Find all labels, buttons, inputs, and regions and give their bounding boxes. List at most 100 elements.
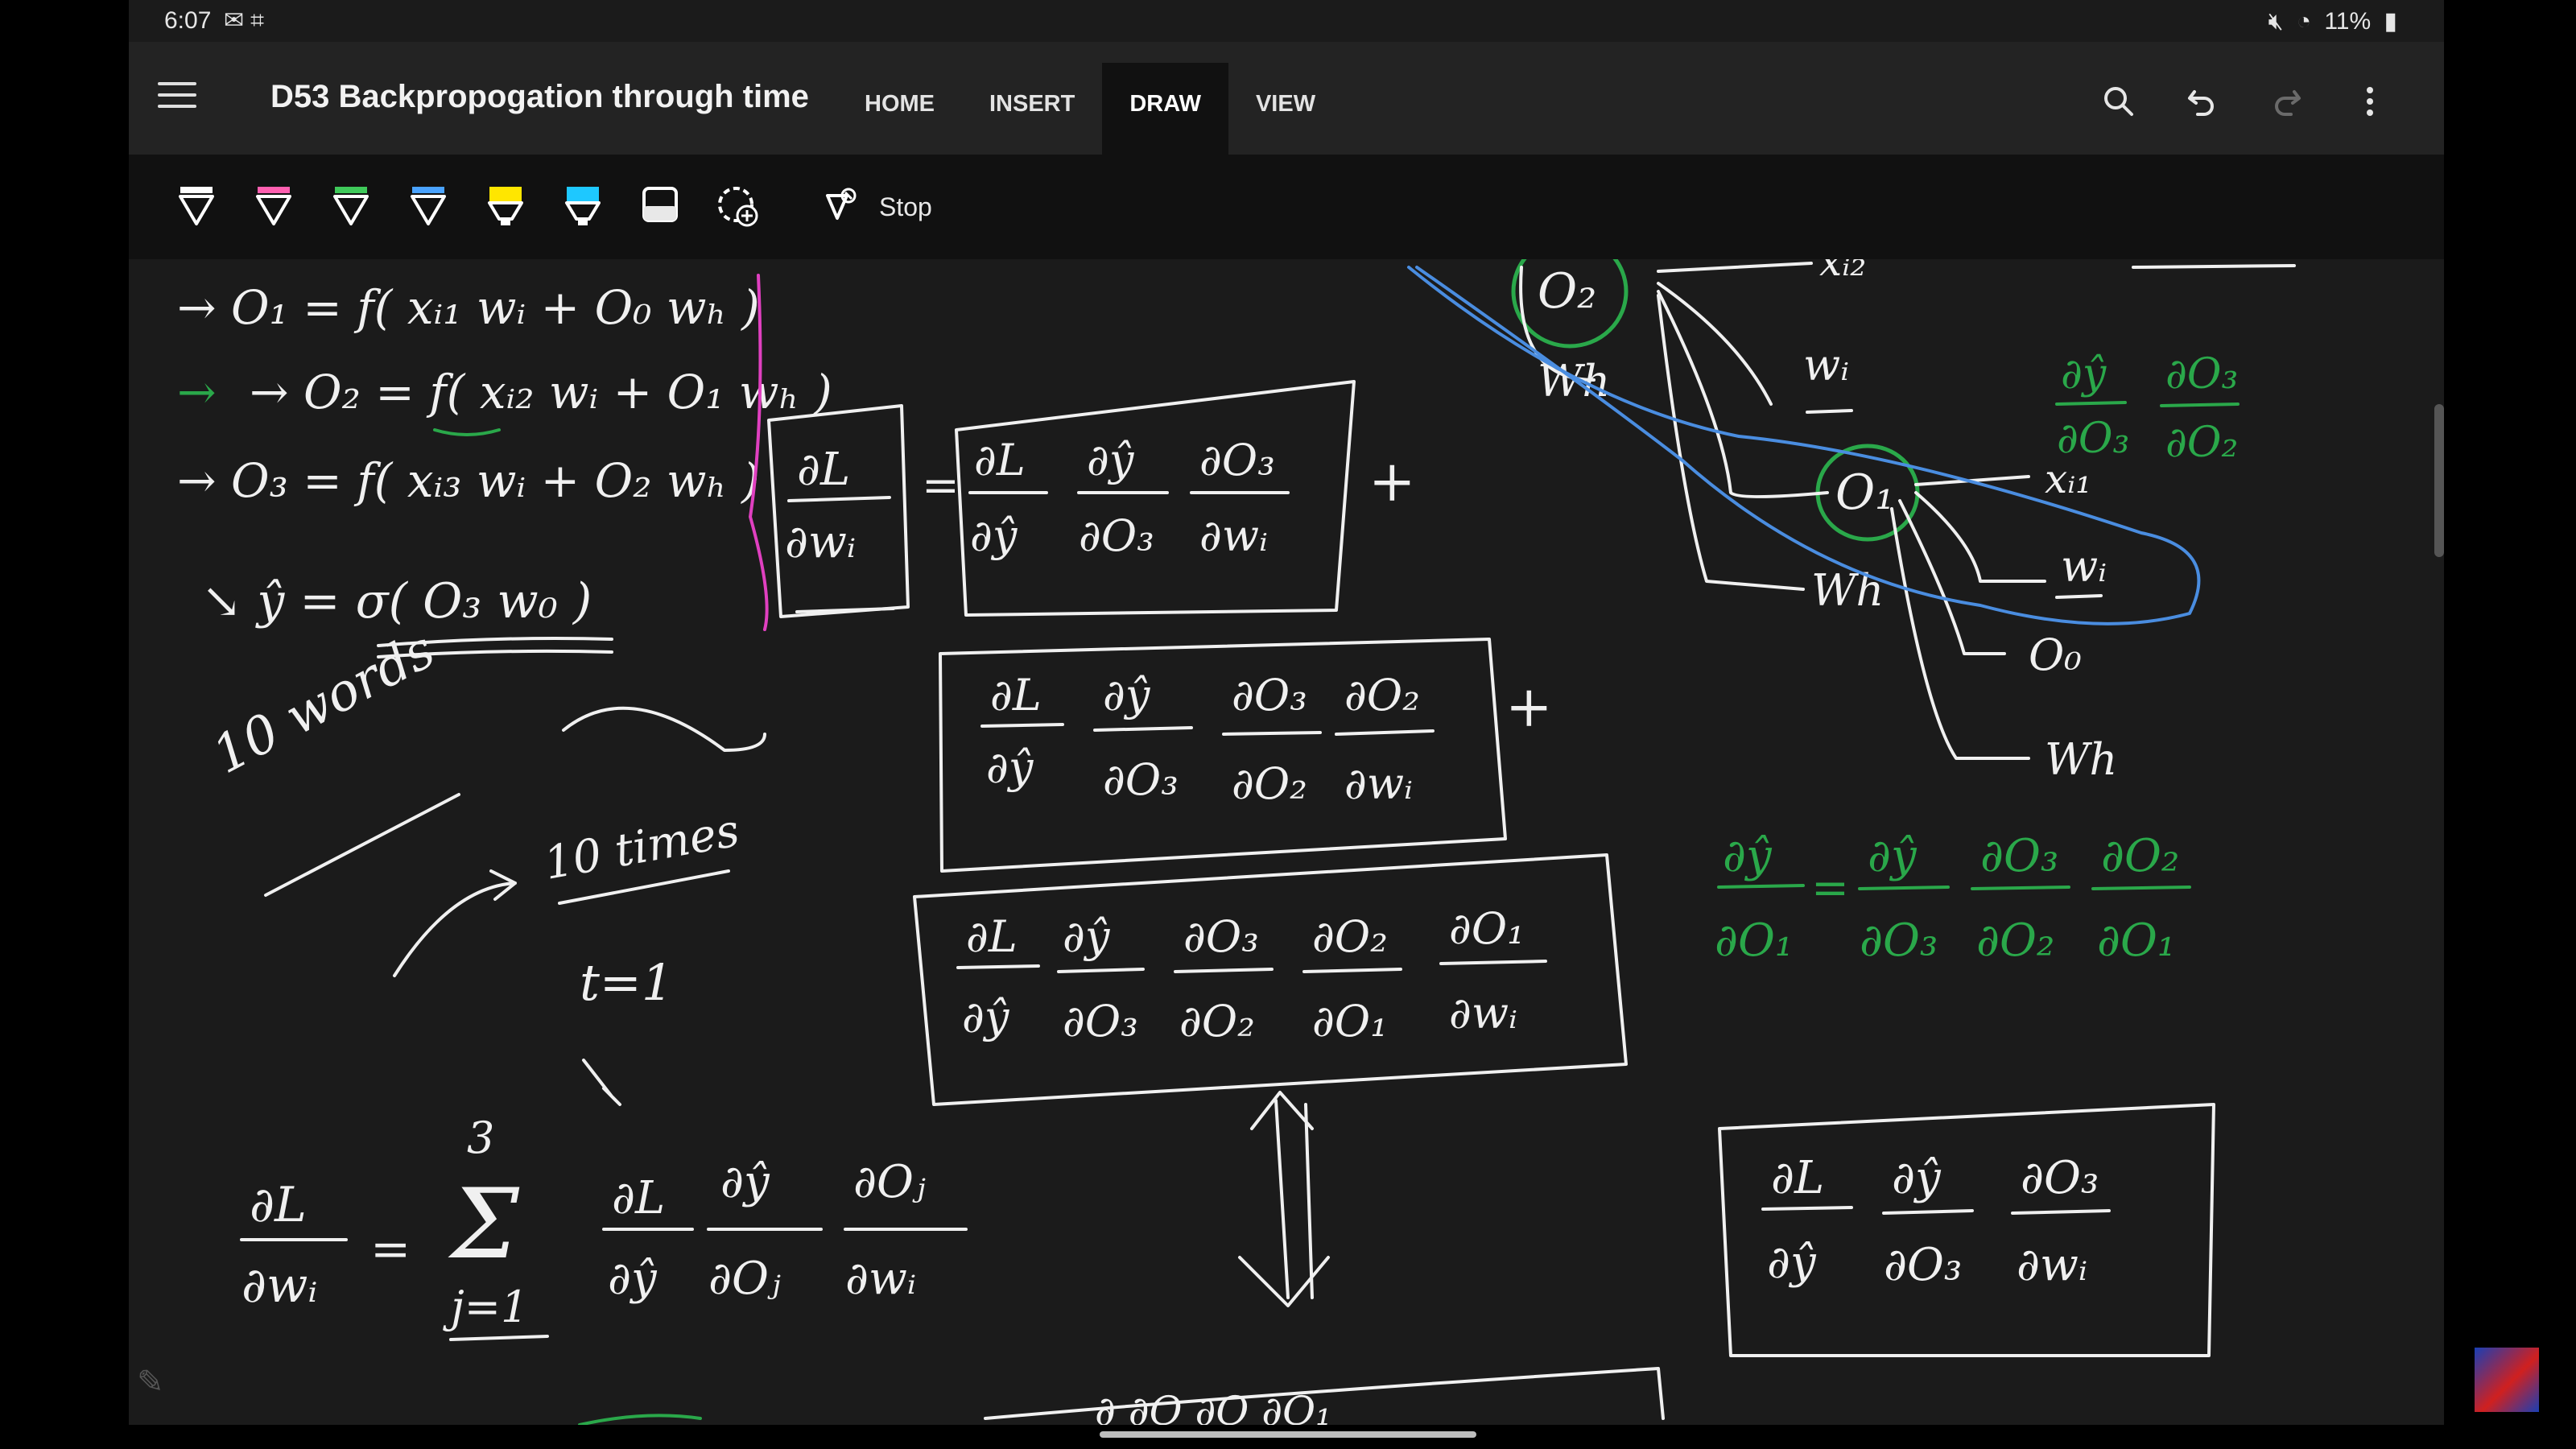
svg-text:∂wᵢ: ∂wᵢ [242, 1257, 317, 1314]
tab-view[interactable]: VIEW [1228, 63, 1343, 155]
svg-text:∂O₂: ∂O₂ [2165, 419, 2238, 467]
header-actions [2077, 79, 2412, 124]
svg-text:xᵢ₂: xᵢ₂ [1819, 259, 1866, 285]
eraser-icon[interactable] [638, 184, 683, 229]
tab-draw[interactable]: DRAW [1102, 63, 1228, 155]
svg-text:∂ŷ: ∂ŷ [1892, 1152, 1942, 1204]
equation-yhat: ↘ ŷ = σ( O₃ w₀ ) [201, 573, 592, 630]
pen-white-icon[interactable] [174, 184, 219, 229]
svg-text:∂O₂: ∂O₂ [2101, 830, 2179, 882]
svg-text:∂O₃: ∂O₃ [2165, 350, 2238, 398]
top-right-line [2132, 264, 2296, 269]
more-options-icon[interactable] [2328, 79, 2412, 124]
pen-pink-icon[interactable] [251, 184, 296, 229]
handwritten-notes: → O₁ = f( xᵢ₁ wᵢ + O₀ wₕ ) → → O₂ = f( x… [177, 259, 2296, 1425]
svg-text:∂L: ∂L [612, 1172, 665, 1224]
svg-text:Σ: Σ [448, 1169, 520, 1281]
svg-text:∂L: ∂L [966, 911, 1018, 962]
draw-toolbar: Stop [129, 155, 2444, 259]
home-indicator[interactable] [1100, 1431, 1476, 1438]
svg-text:∂ŷ: ∂ŷ [1087, 435, 1135, 485]
svg-text:∂O₃: ∂O₃ [1103, 754, 1179, 805]
svg-text:∂ŷ: ∂ŷ [1063, 911, 1111, 962]
svg-text:∂wᵢ: ∂wᵢ [1449, 988, 1517, 1038]
svg-text:wᵢ: wᵢ [1803, 340, 1849, 390]
svg-text:∂L: ∂L [974, 435, 1026, 485]
svg-text:→ O₁ = f( xᵢ₁ wᵢ + O₀ wₕ ): → O₁ = f( xᵢ₁ wᵢ + O₀ wₕ ) [177, 280, 760, 335]
battery-icon: ▮ [2384, 8, 2397, 35]
equation-o3: → O₃ = f( xᵢ₃ wᵢ + O₂ wₕ ) [177, 453, 760, 508]
svg-text:∂ŷ: ∂ŷ [1103, 670, 1151, 720]
svg-text:∂O₂: ∂O₂ [1179, 996, 1255, 1046]
highlighter-yellow-icon[interactable] [483, 184, 528, 229]
text-t-equals-1: t=1 [580, 953, 673, 1012]
pen-blue-icon[interactable] [406, 184, 451, 229]
highlighter-cyan-icon[interactable] [560, 184, 605, 229]
svg-text:∂ŷ: ∂ŷ [970, 510, 1018, 561]
battery-percent: 11% [2324, 8, 2372, 35]
svg-text:∂O₂: ∂O₂ [1344, 670, 1420, 720]
tab-home[interactable]: HOME [837, 63, 962, 155]
svg-text:∂O₁: ∂O₁ [2097, 914, 2175, 967]
watermark-logo [2475, 1348, 2539, 1412]
svg-text:∂L: ∂L [797, 444, 850, 496]
green-stroke-bottom [578, 1414, 702, 1425]
redo-icon[interactable] [2244, 79, 2328, 124]
svg-text:∂O₃: ∂O₃ [1063, 996, 1138, 1046]
svg-text:→: → [177, 365, 217, 419]
svg-text:→ O₂ = f( xᵢ₂ wᵢ + O₁ wₕ ): → O₂ = f( xᵢ₂ wᵢ + O₁ wₕ ) [250, 365, 832, 419]
svg-text:3: 3 [467, 1113, 494, 1163]
svg-text:j=1: j=1 [443, 1282, 528, 1332]
notification-icons: ✉⌗ [224, 6, 270, 35]
svg-text:∂wᵢ: ∂wᵢ [785, 516, 856, 568]
stop-button[interactable]: Stop [823, 184, 932, 230]
svg-text:∂O₃: ∂O₃ [1183, 911, 1259, 962]
undo-icon[interactable] [2161, 79, 2244, 124]
svg-text:∂ŷ: ∂ŷ [720, 1156, 770, 1208]
svg-text:→ O₃ = f( xᵢ₃ wᵢ + O₂ wₕ ): → O₃ = f( xᵢ₃ wᵢ + O₂ wₕ ) [177, 453, 760, 508]
svg-text:O₀: O₀ [2029, 630, 2082, 680]
svg-text:∂L: ∂L [990, 670, 1042, 720]
svg-text:∂O₂: ∂O₂ [1976, 914, 2054, 967]
hamburger-menu-icon[interactable] [158, 82, 196, 114]
lasso-pen-icon [826, 188, 857, 220]
text-10-words: 10 words [204, 620, 444, 786]
svg-text:∂O₁: ∂O₁ [1312, 996, 1388, 1046]
small-arrow [582, 1059, 621, 1106]
screenshot-icon: ⌗ [250, 7, 271, 34]
svg-text:↘ ŷ = σ( O₃ w₀ ): ↘ ŷ = σ( O₃ w₀ ) [201, 573, 592, 630]
gradient-box-4: ∂L ∂ŷ ∂ŷ ∂O₃ ∂O₃ ∂wᵢ [1718, 1103, 2215, 1357]
svg-text:∂O₃: ∂O₃ [2021, 1152, 2099, 1204]
svg-text:∂O₃: ∂O₃ [1980, 830, 2058, 882]
svg-text:∂O₃: ∂O₃ [1232, 670, 1307, 720]
gradient-box-3: ∂L ∂ŷ ∂ŷ ∂O₃ ∂O₃ ∂O₂ ∂O₂ ∂O₁ ∂O₁ ∂wᵢ [913, 853, 1628, 1106]
svg-text:∂ŷ: ∂ŷ [1767, 1236, 1817, 1289]
svg-text:∂L: ∂L [250, 1177, 307, 1233]
underline-10-words [264, 793, 460, 897]
svg-text:+: + [1368, 448, 1416, 514]
pen-green-icon[interactable] [328, 184, 374, 229]
gmail-icon: ✉ [224, 7, 251, 34]
tab-insert[interactable]: INSERT [962, 63, 1102, 155]
wifi-icon: ◔ [2296, 8, 2311, 35]
text-10-times: 10 times [540, 804, 743, 890]
svg-text:∂wᵢ: ∂wᵢ [845, 1253, 916, 1305]
ink-canvas[interactable]: → O₁ = f( xᵢ₁ wᵢ + O₀ wₕ ) → → O₂ = f( x… [129, 259, 2444, 1425]
svg-text:∂Oⱼ: ∂Oⱼ [853, 1156, 926, 1208]
svg-text:∂ŷ: ∂ŷ [608, 1253, 658, 1305]
search-icon[interactable] [2077, 79, 2161, 124]
svg-text:=: = [1811, 862, 1849, 914]
svg-text:∂wᵢ: ∂wᵢ [1344, 758, 1413, 809]
svg-text:∂L: ∂L [1771, 1152, 1824, 1204]
equation-o1: → O₁ = f( xᵢ₁ wᵢ + O₀ wₕ ) [177, 280, 760, 335]
svg-text:=: = [922, 460, 960, 512]
svg-text:∂O₂: ∂O₂ [1312, 911, 1388, 962]
green-underline [433, 428, 501, 436]
gradient-box-1: ∂L ∂wᵢ = ∂L ∂ŷ ∂ŷ ∂O₃ ∂O₃ ∂wᵢ + [767, 380, 1416, 618]
svg-text:∂ŷ: ∂ŷ [1723, 830, 1773, 882]
status-bar: 6:07 ✉⌗ 🔇︎ ◔ 11% ▮ [129, 0, 2444, 42]
svg-text:Wh: Wh [2045, 734, 2117, 785]
add-pen-icon[interactable] [715, 184, 760, 229]
equation-o2: → → O₂ = f( xᵢ₂ wᵢ + O₁ wₕ ) [177, 365, 832, 419]
vertical-scrollbar[interactable] [2434, 404, 2444, 557]
